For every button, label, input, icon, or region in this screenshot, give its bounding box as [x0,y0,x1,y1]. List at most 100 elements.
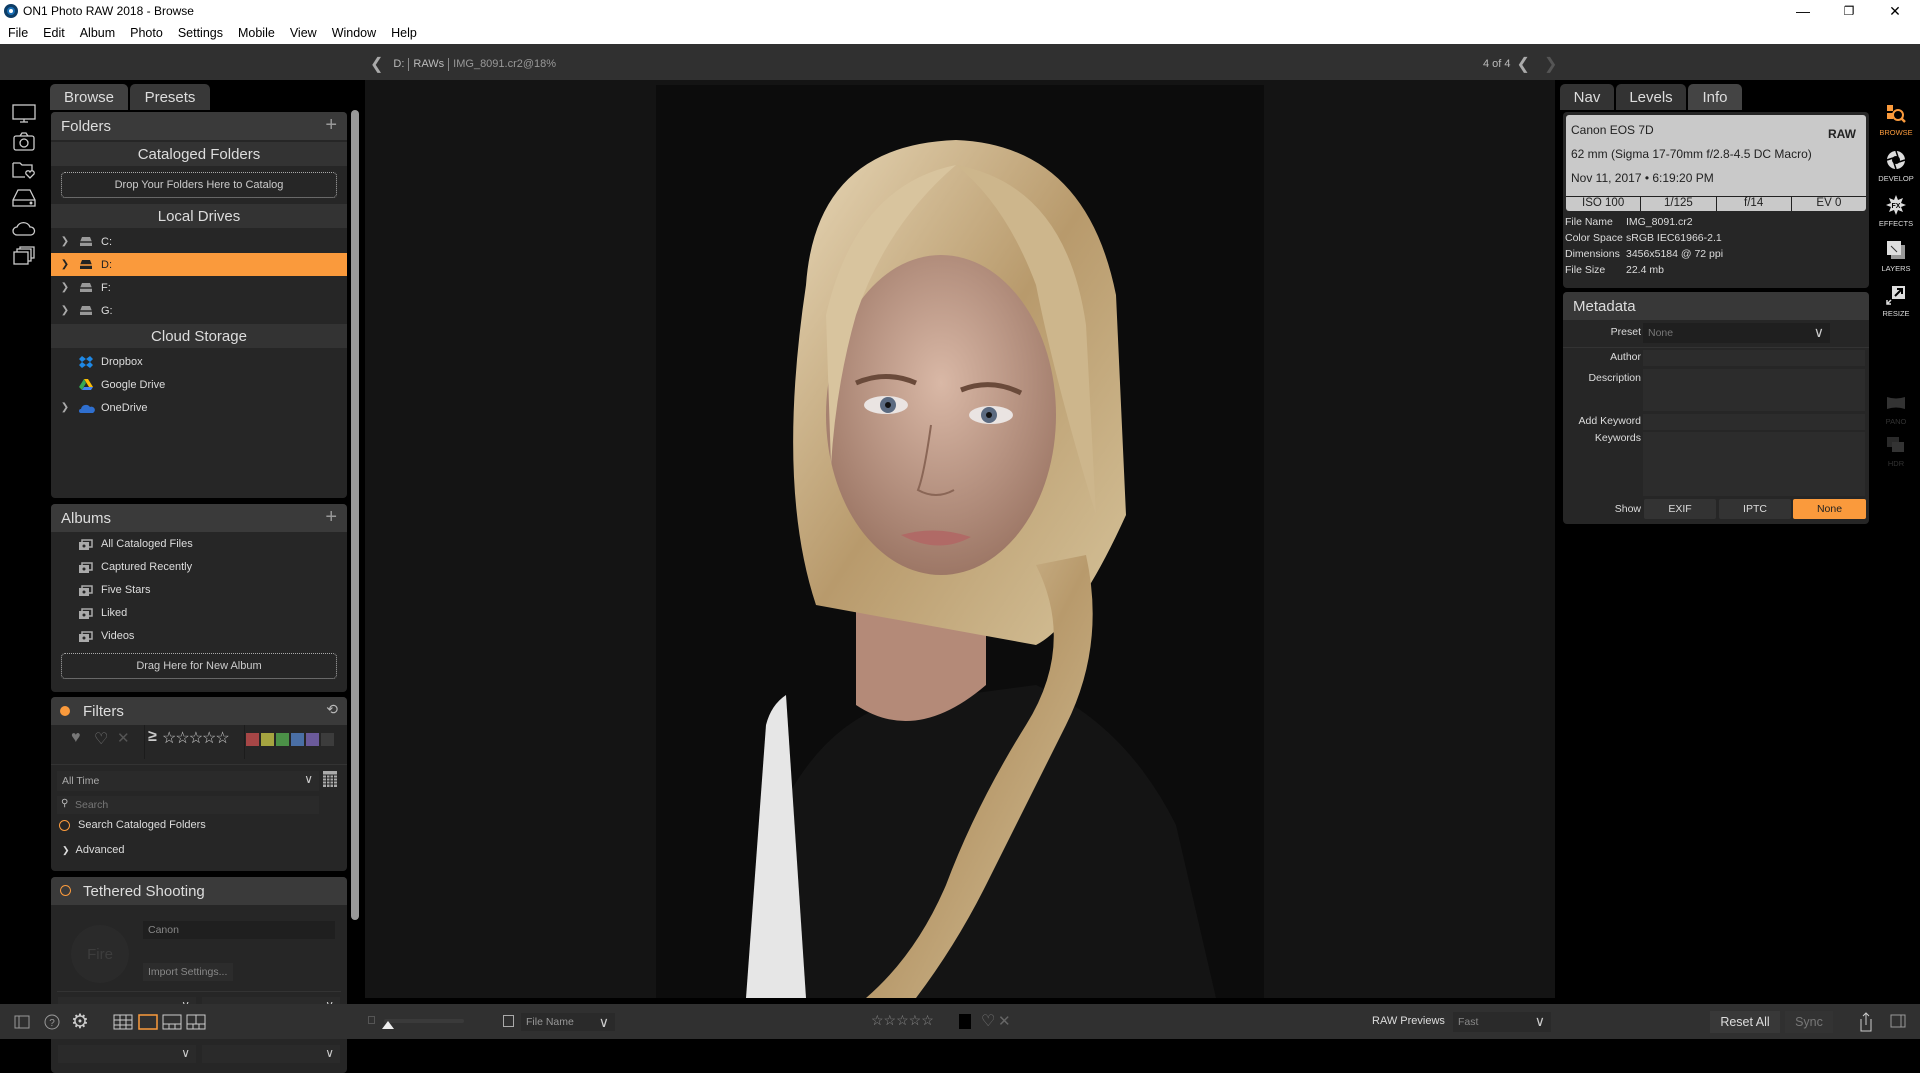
next-image-icon[interactable]: ❯ [1544,54,1557,74]
select-all-checkbox[interactable] [503,1015,514,1027]
tether-setting-dropdown[interactable]: ∨ [58,1045,196,1063]
grid-view-icon[interactable] [113,1014,133,1030]
module-effects[interactable]: FX EFFECTS [1876,195,1916,228]
liked-filter-icon[interactable]: ♥ [71,729,81,747]
menu-album[interactable]: Album [80,26,115,40]
tethered-header[interactable]: Tethered Shooting [51,877,347,905]
cloud-item-google-drive[interactable]: Google Drive [51,373,347,396]
settings-gear-icon[interactable]: ⚙ [71,1009,89,1034]
thumbnail-size-slider[interactable] [382,1019,464,1029]
menu-view[interactable]: View [290,26,317,40]
tether-setting-dropdown[interactable]: ∨ [202,1045,340,1063]
color-label-swatch[interactable] [291,733,304,746]
menu-file[interactable]: File [8,26,28,40]
color-label-swatch[interactable] [261,733,274,746]
reset-all-button[interactable]: Reset All [1710,1011,1780,1033]
module-develop[interactable]: DEVELOP [1876,150,1916,183]
color-label-swatch[interactable] [306,733,319,746]
album-item[interactable]: Captured Recently [51,555,347,578]
fire-button[interactable]: Fire [71,925,129,983]
tab-browse[interactable]: Browse [50,84,128,110]
menu-mobile[interactable]: Mobile [238,26,275,40]
tab-presets[interactable]: Presets [130,84,210,110]
show-none-button[interactable]: None [1793,499,1866,519]
tab-levels[interactable]: Levels [1616,84,1686,110]
export-share-icon[interactable] [1858,1012,1874,1032]
show-exif-button[interactable]: EXIF [1644,499,1716,519]
help-icon[interactable]: ? [44,1014,60,1030]
drive-item-g[interactable]: ❯ G: [51,299,347,322]
chevron-right-icon[interactable]: ❯ [57,282,73,293]
folder-heart-icon[interactable] [12,160,36,180]
chevron-right-icon[interactable]: ❯ [57,259,73,270]
album-item[interactable]: All Cataloged Files [51,532,347,555]
slider-handle[interactable] [382,1021,394,1029]
catalog-drop-zone[interactable]: Drop Your Folders Here to Catalog [61,172,337,198]
albums-icon[interactable] [12,246,36,266]
camera-select[interactable]: Canon [143,921,335,939]
cloud-item-onedrive[interactable]: ❯ OneDrive [51,396,347,419]
calendar-icon[interactable] [323,771,337,787]
rating-comparator[interactable]: ≥ [148,728,157,746]
monitor-icon[interactable] [12,104,36,124]
rejected-filter-icon[interactable]: ✕ [117,729,130,747]
sort-by-dropdown[interactable]: File Name ∨ [521,1013,615,1031]
tab-nav[interactable]: Nav [1560,84,1614,110]
filters-enabled-toggle[interactable] [60,706,70,716]
new-album-drop-zone[interactable]: Drag Here for New Album [61,653,337,679]
detail-view-icon[interactable] [138,1014,158,1030]
image-rating-stars[interactable]: ☆☆☆☆☆ [871,1012,934,1029]
camera-icon[interactable] [12,132,36,152]
tethered-enabled-toggle[interactable] [60,885,71,896]
chevron-right-icon[interactable]: ❯ [57,305,73,316]
drive-item-d[interactable]: ❯ D: [51,253,347,276]
back-chevron-icon[interactable]: ❮ [370,54,383,74]
color-label-swatch[interactable] [276,733,289,746]
album-item[interactable]: Liked [51,601,347,624]
filters-header[interactable]: Filters ⟲ [51,697,347,725]
menu-edit[interactable]: Edit [43,26,65,40]
drive-icon[interactable] [12,188,36,208]
metadata-preset-dropdown[interactable]: None ∨ [1643,323,1830,343]
metadata-header[interactable]: Metadata [1563,292,1869,320]
advanced-toggle[interactable]: ❯ Advanced [62,844,124,856]
cloud-icon[interactable] [12,218,36,238]
like-icon[interactable]: ♡ [981,1011,995,1031]
menu-window[interactable]: Window [332,26,376,40]
add-folder-icon[interactable]: + [325,114,337,137]
add-album-icon[interactable]: + [325,506,337,529]
module-browse[interactable]: BROWSE [1876,104,1916,137]
restore-button[interactable]: ❐ [1826,0,1872,22]
folders-header[interactable]: Folders + [51,112,347,140]
module-resize[interactable]: RESIZE [1876,285,1916,318]
drive-item-c[interactable]: ❯ C: [51,230,347,253]
menu-photo[interactable]: Photo [130,26,163,40]
date-range-dropdown[interactable]: All Time ∨ [57,771,319,791]
cloud-item-dropbox[interactable]: Dropbox [51,350,347,373]
sync-button[interactable]: Sync [1785,1011,1833,1033]
compare-view-icon[interactable] [186,1014,206,1030]
color-label-swatch[interactable] [959,1014,971,1029]
chevron-right-icon[interactable]: ❯ [57,402,73,413]
breadcrumb-folder[interactable]: RAWs [413,58,444,70]
close-button[interactable]: ✕ [1872,0,1918,22]
photo-preview[interactable] [656,85,1264,998]
previous-image-icon[interactable]: ❮ [1517,54,1530,74]
album-item[interactable]: Videos [51,624,347,647]
author-input[interactable] [1643,350,1865,366]
menu-help[interactable]: Help [391,26,417,40]
search-cataloged-option[interactable]: Search Cataloged Folders [59,819,206,831]
raw-previews-dropdown[interactable]: Fast ∨ [1453,1012,1551,1032]
breadcrumb-drive[interactable]: D: [393,58,404,70]
tab-info[interactable]: Info [1688,84,1742,110]
minimize-button[interactable]: — [1780,0,1826,22]
album-item[interactable]: Five Stars [51,578,347,601]
color-label-swatch[interactable] [321,733,334,746]
color-label-swatch[interactable] [246,733,259,746]
albums-header[interactable]: Albums + [51,504,347,532]
filmstrip-view-icon[interactable] [162,1014,182,1030]
toggle-left-panel-icon[interactable] [14,1014,30,1030]
drive-item-f[interactable]: ❯ F: [51,276,347,299]
reset-filters-icon[interactable]: ⟲ [326,701,338,718]
show-iptc-button[interactable]: IPTC [1719,499,1791,519]
